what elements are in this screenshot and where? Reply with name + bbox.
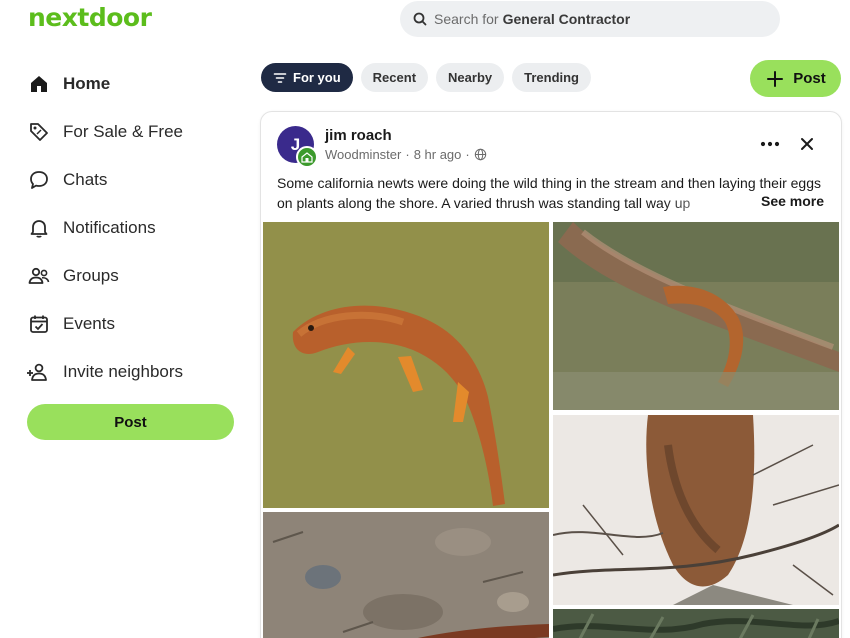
sidebar-item-home[interactable]: Home (26, 60, 236, 108)
tab-nearby[interactable]: Nearby (436, 63, 505, 92)
add-person-icon (26, 359, 52, 385)
nextdoor-logo[interactable]: nextdoor (28, 3, 152, 32)
meta-separator: · (465, 147, 470, 162)
post-meta: Woodminster · 8 hr ago · (325, 147, 487, 162)
close-icon[interactable] (797, 134, 817, 154)
chat-bubble-icon (26, 167, 52, 193)
text-fade (661, 193, 751, 213)
post-neighborhood[interactable]: Woodminster (325, 147, 401, 162)
people-icon (26, 263, 52, 289)
sidebar-item-events[interactable]: Events (26, 300, 236, 348)
sidebar-item-groups[interactable]: Groups (26, 252, 236, 300)
neighborhood-badge-icon (296, 146, 318, 168)
sidebar-item-for-sale[interactable]: For Sale & Free (26, 108, 236, 156)
search-term: General Contractor (502, 11, 631, 27)
plus-icon (767, 70, 784, 87)
filter-icon (273, 72, 287, 83)
search-bar[interactable]: Search for General Contractor (400, 1, 780, 37)
search-prefix: Search for (434, 11, 499, 27)
see-more-link[interactable]: See more (759, 193, 825, 209)
feed-post-card: J jim roach Woodminster · 8 hr ago · Som… (260, 111, 842, 638)
search-icon (413, 12, 427, 26)
post-photo-newt[interactable] (263, 222, 549, 508)
feed-filter-tabs: For you Recent Nearby Trending (261, 63, 591, 92)
globe-icon (474, 148, 486, 161)
header-post-button[interactable]: Post (750, 60, 841, 97)
post-photo-newt-branch[interactable] (553, 222, 839, 410)
sidebar-item-notifications[interactable]: Notifications (26, 204, 236, 252)
sidebar-item-label: Chats (63, 170, 108, 189)
sidebar-nav: Home For Sale & Free Chats Notifications… (26, 60, 236, 396)
tab-for-you[interactable]: For you (261, 63, 353, 92)
sidebar-item-label: For Sale & Free (63, 122, 183, 141)
post-timestamp: 8 hr ago (413, 147, 462, 162)
sidebar-item-label: Events (63, 314, 115, 333)
calendar-icon (26, 311, 52, 337)
home-icon (26, 71, 52, 97)
tab-label: For you (293, 70, 341, 85)
sidebar-item-invite-neighbors[interactable]: Invite neighbors (26, 348, 236, 396)
sidebar-item-label: Groups (63, 266, 119, 285)
sidebar-item-label: Invite neighbors (63, 362, 184, 381)
post-photo-rocks[interactable] (263, 512, 549, 638)
tab-recent[interactable]: Recent (360, 63, 429, 92)
more-options-icon[interactable] (758, 134, 782, 154)
post-photo-bird[interactable] (553, 415, 839, 605)
post-author[interactable]: jim roach (325, 127, 392, 144)
sidebar-item-label: Home (63, 74, 111, 93)
meta-separator: · (405, 147, 410, 162)
post-photo-conifer[interactable] (553, 609, 839, 638)
sidebar-item-chats[interactable]: Chats (26, 156, 236, 204)
tab-trending[interactable]: Trending (512, 63, 591, 92)
bell-icon (26, 215, 52, 241)
sidebar-item-label: Notifications (63, 218, 156, 237)
sidebar-post-button[interactable]: Post (27, 404, 234, 440)
post-button-label: Post (793, 70, 826, 87)
tag-icon (26, 119, 52, 145)
